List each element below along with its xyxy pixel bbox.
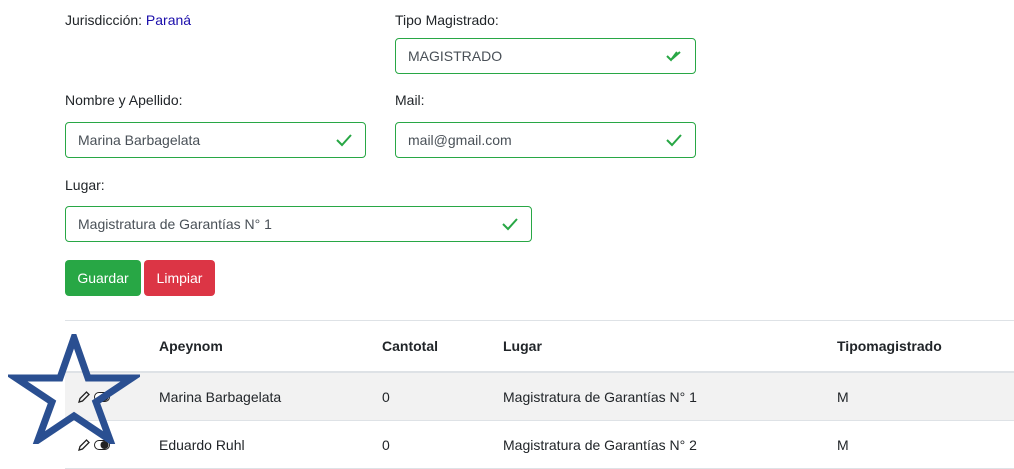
lugar-value: Magistratura de Garantías N° 1 [78,216,272,232]
double-check-icon [666,51,681,62]
nombre-value: Marina Barbagelata [78,132,201,148]
table-row: Eduardo Ruhl 0 Magistratura de Garantías… [65,420,1014,469]
check-icon [502,218,518,231]
tipo-magistrado-select[interactable]: MAGISTRADO [395,38,696,74]
cell-cantotal: 0 [382,372,503,421]
check-icon [336,134,352,147]
cell-lugar: Magistratura de Garantías N° 2 [503,420,837,469]
mail-label: Mail: [395,92,425,108]
mail-field[interactable]: mail@gmail.com [395,122,696,158]
column-header-apeynom: Apeynom [159,320,382,373]
clear-button[interactable]: Limpiar [144,260,215,296]
check-icon [666,134,682,147]
star-annotation-icon [8,334,140,444]
jurisdiccion-label: Jurisdicción: [65,12,143,28]
tipo-magistrado-label: Tipo Magistrado: [395,12,499,28]
tipo-magistrado-value: MAGISTRADO [408,48,503,64]
column-header-tipomagistrado: Tipomagistrado [837,320,1014,373]
cell-lugar: Magistratura de Garantías N° 1 [503,372,837,421]
cell-tipomagistrado: M [837,420,1014,469]
cell-tipomagistrado: M [837,372,1014,421]
jurisdiccion-row: Jurisdicción: Paraná [65,10,191,30]
table-row: Marina Barbagelata 0 Magistratura de Gar… [65,372,1014,421]
column-header-lugar: Lugar [503,320,837,373]
column-header-cantotal: Cantotal [382,320,503,373]
save-button[interactable]: Guardar [65,260,141,296]
magistrados-table: Apeynom Cantotal Lugar Tipomagistrado Ma… [65,320,1014,469]
mail-value: mail@gmail.com [408,132,512,148]
nombre-field[interactable]: Marina Barbagelata [65,122,366,158]
table-header-row: Apeynom Cantotal Lugar Tipomagistrado [65,320,1014,373]
cell-apeynom: Marina Barbagelata [159,372,382,421]
lugar-label: Lugar: [65,177,105,193]
lugar-select[interactable]: Magistratura de Garantías N° 1 [65,206,532,242]
cell-cantotal: 0 [382,420,503,469]
nombre-label: Nombre y Apellido: [65,92,183,108]
cell-apeynom: Eduardo Ruhl [159,420,382,469]
jurisdiccion-value: Paraná [145,12,192,28]
